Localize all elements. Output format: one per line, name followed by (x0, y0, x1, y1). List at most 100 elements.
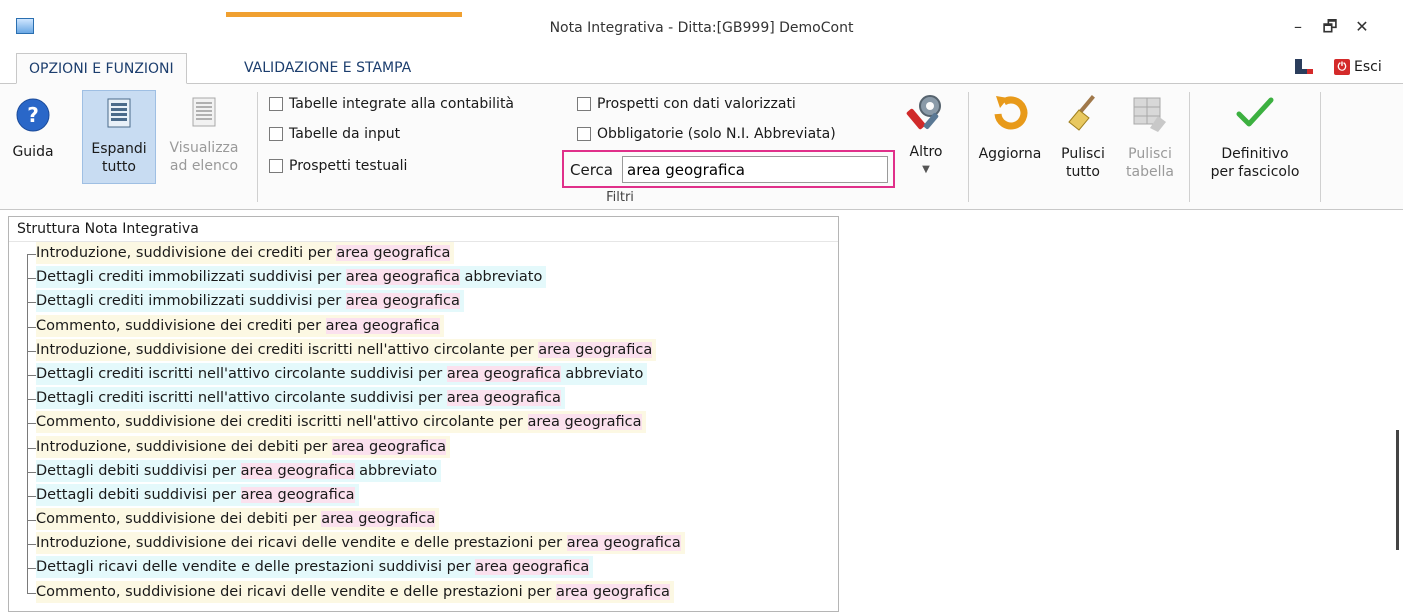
help-icon: ? (16, 98, 50, 132)
exit-button[interactable]: ⏻ Esci (1334, 57, 1382, 77)
language-flag-icon[interactable] (1293, 57, 1315, 77)
minimize-button[interactable]: – (1284, 15, 1312, 39)
checkbox-label: Prospetti con dati valorizzati (597, 96, 796, 112)
filtri-group-label: Filtri (606, 190, 634, 205)
pulisci-tutto-button[interactable]: Pulisci tutto (1050, 92, 1116, 184)
tree-connector-line (27, 471, 36, 473)
search-highlight: area geografica (446, 390, 561, 407)
title-accent-bar (226, 12, 462, 17)
espandi-label-2: tutto (102, 159, 136, 175)
tree-node-text: Commento, suddivisione dei crediti iscri… (36, 414, 528, 431)
tree-connector-line (27, 350, 36, 352)
restore-button[interactable]: 🗗 (1316, 15, 1344, 39)
pulisci-tutto-label-1: Pulisci (1061, 146, 1105, 162)
search-highlight: area geografica (538, 341, 653, 358)
checkbox-box[interactable] (269, 127, 283, 141)
window-edge (1396, 430, 1399, 550)
tree-connector-line (27, 374, 36, 376)
tab-opzioni-e-funzioni[interactable]: OPZIONI E FUNZIONI (16, 53, 187, 84)
tree-node-text: Dettagli crediti iscritti nell'attivo ci… (36, 365, 447, 382)
altro-button[interactable]: Altro ▼ (898, 92, 954, 184)
search-highlight: area geografica (325, 317, 440, 334)
tree-node-label: Dettagli crediti immobilizzati suddivisi… (36, 266, 547, 289)
tree-node-label: Dettagli debiti suddivisi per area geogr… (36, 483, 359, 506)
tree-node-text: Introduzione, suddivisione dei crediti p… (36, 245, 337, 261)
checkbox-box[interactable] (577, 127, 591, 141)
tree-connector-line (27, 302, 36, 304)
ribbon-separator (1320, 92, 1321, 202)
pulisci-tabella-label-2: tabella (1126, 164, 1174, 180)
checkbox-label: Tabelle integrate alla contabilità (289, 96, 515, 112)
tree-node-text: Introduzione, suddivisione dei ricavi de… (36, 535, 567, 552)
search-highlight: area geografica (566, 535, 681, 552)
tree-node[interactable]: Dettagli ricavi delle vendite e delle pr… (9, 556, 838, 581)
tree-node-label: Dettagli crediti iscritti nell'attivo ci… (36, 387, 565, 410)
guida-button[interactable]: ? Guida (6, 94, 60, 184)
pulisci-tabella-button[interactable]: Pulisci tabella (1118, 92, 1182, 184)
tree-node-suffix: abbreviato (459, 269, 543, 286)
tree-node-text: Dettagli debiti suddivisi per (36, 462, 241, 479)
tree-connector-line (27, 544, 36, 546)
ribbon-tab-bar: OPZIONI E FUNZIONI VALIDAZIONE E STAMPA … (0, 50, 1403, 84)
tree-node[interactable]: Dettagli crediti immobilizzati suddivisi… (9, 290, 838, 315)
aggiorna-button[interactable]: Aggiorna (974, 92, 1046, 184)
tree-node[interactable]: Introduzione, suddivisione dei ricavi de… (9, 532, 838, 557)
tree-node-label: Commento, suddivisione dei crediti per a… (36, 314, 444, 337)
ribbon-separator (1189, 92, 1190, 202)
visualizza-ad-elenco-button[interactable]: Visualizza ad elenco (158, 90, 250, 184)
tree-node-text: Dettagli ricavi delle vendite e delle pr… (36, 559, 476, 576)
checkbox-box[interactable] (269, 159, 283, 173)
visualizza-label-1: Visualizza (169, 140, 239, 156)
checkbox-prospetti-testuali[interactable]: Prospetti testuali (269, 158, 407, 174)
search-highlight: area geografica (475, 559, 590, 576)
tree-node-label: Commento, suddivisione dei ricavi delle … (36, 580, 674, 603)
tree-node-text: Dettagli debiti suddivisi per (36, 486, 241, 503)
tree-connector-line (27, 568, 36, 570)
tree-node[interactable]: Commento, suddivisione dei ricavi delle … (9, 580, 838, 605)
search-highlight: area geografica (240, 486, 355, 503)
tree-node[interactable]: Commento, suddivisione dei crediti iscri… (9, 411, 838, 436)
title-bar: Nota Integrativa - Ditta:[GB999] DemoCon… (0, 0, 1403, 50)
tree-node[interactable]: Commento, suddivisione dei debiti per ar… (9, 508, 838, 533)
checkbox-prospetti-valorizzati[interactable]: Prospetti con dati valorizzati (577, 96, 796, 112)
tree-node[interactable]: Introduzione, suddivisione dei crediti p… (9, 242, 838, 279)
checkbox-tabelle-input[interactable]: Tabelle da input (269, 126, 400, 142)
espandi-tutto-button[interactable]: Espandi tutto (82, 90, 156, 184)
tree-node-label: Introduzione, suddivisione dei crediti i… (36, 338, 657, 361)
tree-header: Struttura Nota Integrativa (9, 217, 838, 242)
tree-node-text: Introduzione, suddivisione dei debiti pe… (36, 438, 333, 455)
tree-node-text: Commento, suddivisione dei crediti per (36, 317, 326, 334)
tree-node-label: Introduzione, suddivisione dei debiti pe… (36, 435, 450, 458)
search-highlight: area geografica (345, 293, 460, 310)
detail-area (840, 212, 1403, 612)
tree-node[interactable]: Introduzione, suddivisione dei debiti pe… (9, 435, 838, 460)
checkbox-tabelle-integrate[interactable]: Tabelle integrate alla contabilità (269, 96, 514, 112)
tree-node[interactable]: Commento, suddivisione dei crediti per a… (9, 314, 838, 339)
visualizza-label-2: ad elenco (169, 158, 239, 174)
tree-node[interactable]: Dettagli debiti suddivisi per area geogr… (9, 483, 838, 509)
altro-label: Altro (909, 144, 943, 160)
checkbox-box[interactable] (577, 97, 591, 111)
tree-node[interactable]: Dettagli crediti immobilizzati suddivisi… (9, 266, 838, 291)
expand-list-icon (107, 98, 131, 128)
tree-node-label: Dettagli crediti iscritti nell'attivo ci… (36, 362, 648, 385)
checkbox-obbligatorie[interactable]: Obbligatorie (solo N.I. Abbreviata) (577, 126, 836, 142)
tools-icon (906, 95, 941, 130)
search-highlight: area geografica (527, 414, 642, 431)
tree-node-text: Introduzione, suddivisione dei crediti i… (36, 341, 539, 358)
tree-connector-line (27, 520, 36, 522)
svg-text:?: ? (27, 103, 39, 127)
definitivo-per-fascicolo-button[interactable]: Definitivo per fascicolo (1195, 92, 1315, 184)
close-button[interactable]: ✕ (1348, 15, 1376, 39)
tree-node-suffix: abbreviato (354, 462, 438, 479)
search-highlight: area geografica (332, 438, 446, 455)
tree-node[interactable]: Introduzione, suddivisione dei crediti i… (9, 338, 838, 363)
refresh-icon (994, 96, 1028, 130)
tree-connector-line (27, 423, 36, 425)
tab-validazione-e-stampa[interactable]: VALIDAZIONE E STAMPA (232, 53, 423, 84)
search-input[interactable] (622, 156, 888, 183)
tree-node[interactable]: Dettagli debiti suddivisi per area geogr… (9, 459, 838, 484)
checkbox-box[interactable] (269, 97, 283, 111)
tree-node[interactable]: Dettagli crediti iscritti nell'attivo ci… (9, 387, 838, 412)
tree-node[interactable]: Dettagli crediti iscritti nell'attivo ci… (9, 362, 838, 388)
